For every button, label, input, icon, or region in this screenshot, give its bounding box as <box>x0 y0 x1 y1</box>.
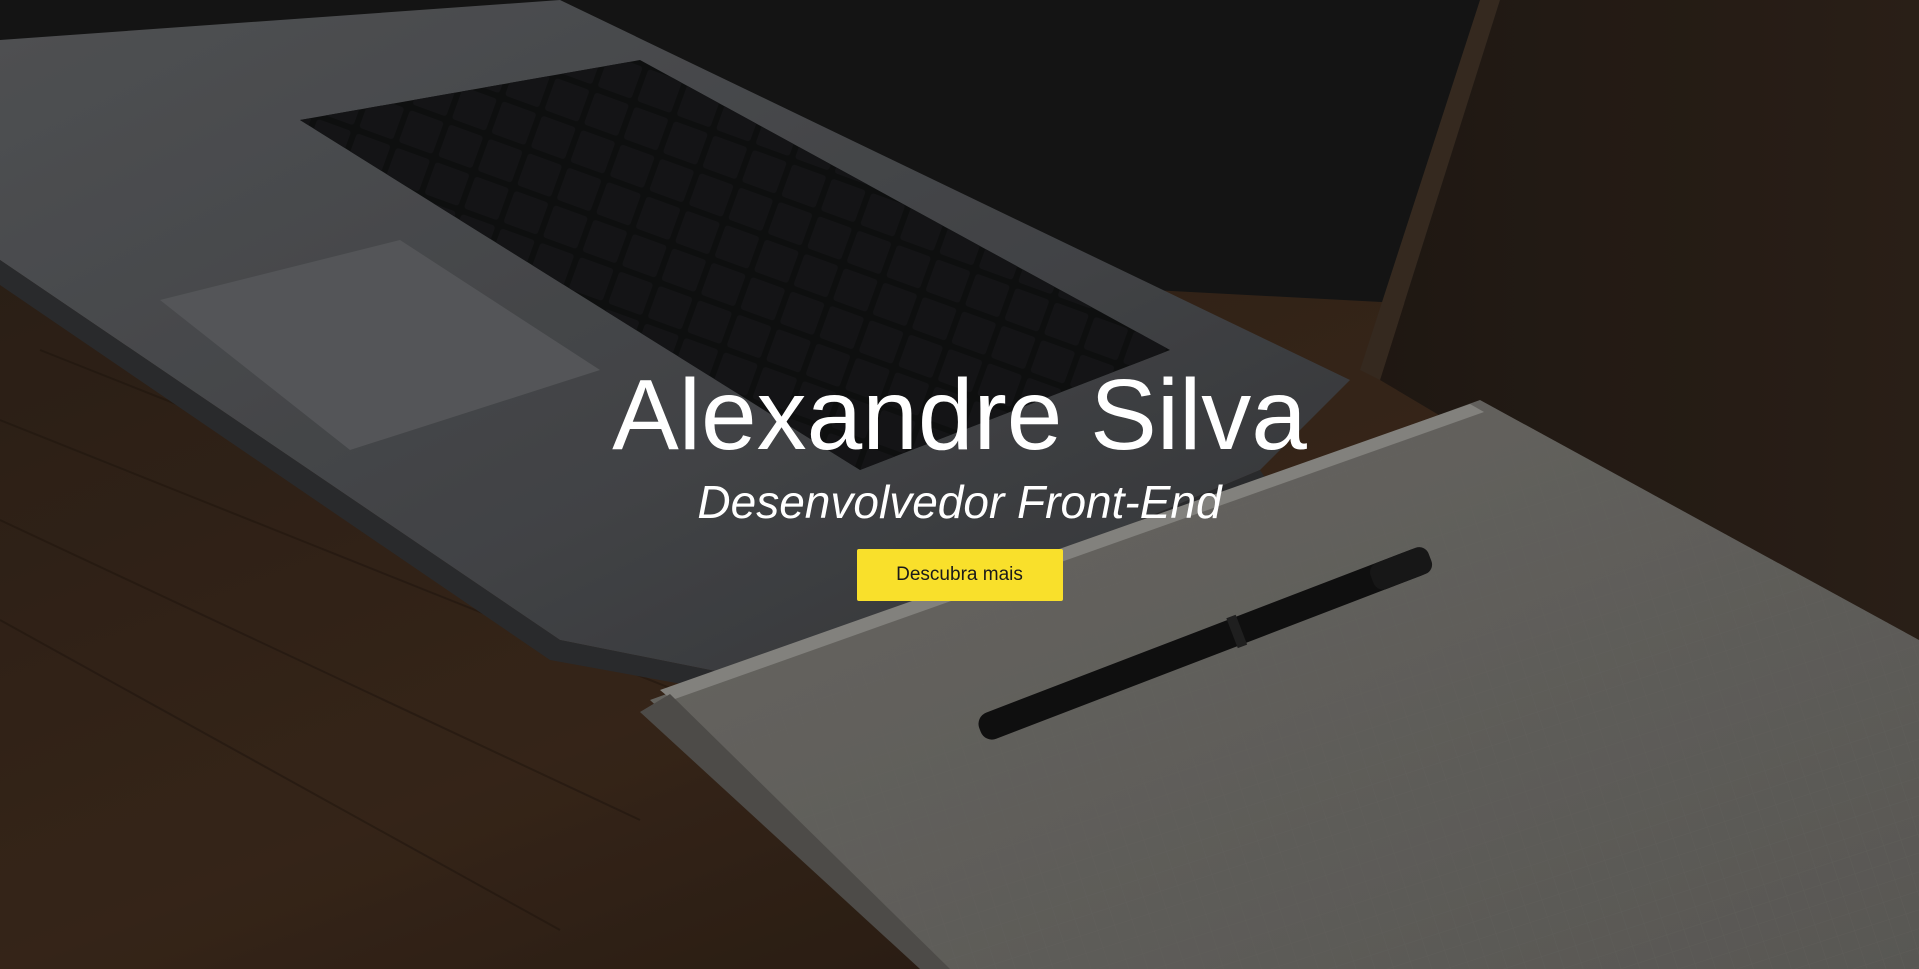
hero-title: Alexandre Silva <box>612 359 1307 471</box>
discover-more-button[interactable]: Descubra mais <box>856 549 1063 601</box>
hero-content: Alexandre Silva Desenvolvedor Front-End … <box>0 360 1919 601</box>
hero-section: Alexandre Silva Desenvolvedor Front-End … <box>0 0 1919 969</box>
hero-subtitle: Desenvolvedor Front-End <box>697 476 1222 528</box>
